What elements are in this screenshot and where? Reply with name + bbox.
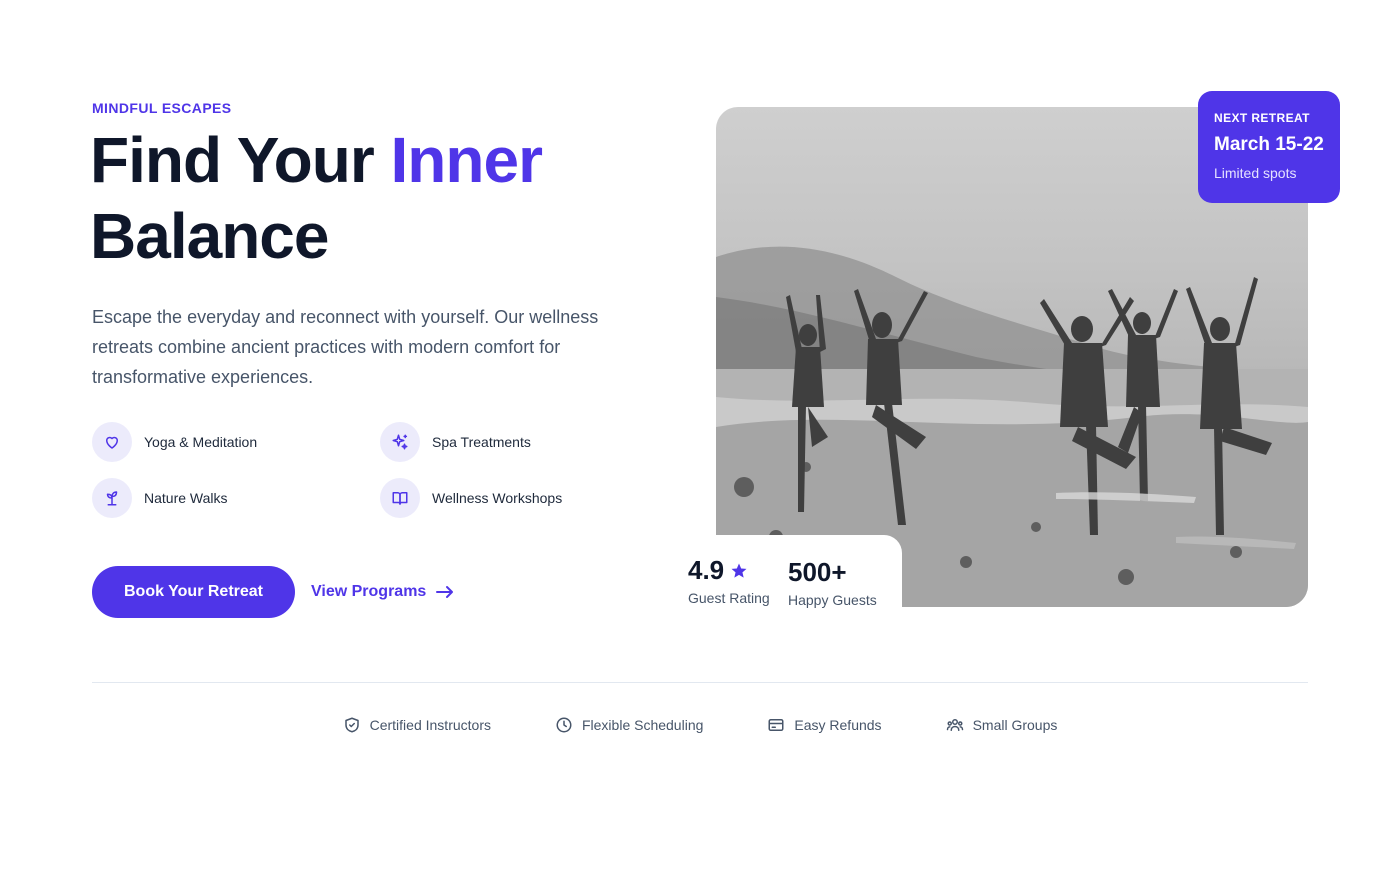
feature-item: Yoga & Meditation bbox=[92, 422, 380, 462]
star-icon bbox=[731, 563, 747, 578]
stats-card: 4.9 Guest Rating 500+ Happy Guests bbox=[668, 535, 902, 615]
guests-label: Happy Guests bbox=[788, 592, 877, 608]
feature-label: Nature Walks bbox=[144, 490, 228, 506]
book-retreat-button[interactable]: Book Your Retreat bbox=[92, 566, 295, 618]
feature-item: Spa Treatments bbox=[380, 422, 612, 462]
trust-item: Flexible Scheduling bbox=[555, 713, 703, 737]
trust-label: Small Groups bbox=[972, 717, 1058, 733]
sparkles-icon bbox=[380, 422, 420, 462]
view-programs-label: View Programs bbox=[311, 583, 427, 600]
hero-description: Escape the everyday and reconnect with y… bbox=[92, 307, 599, 387]
feature-label: Spa Treatments bbox=[432, 434, 531, 450]
hero-eyebrow: MINDFUL ESCAPES bbox=[92, 100, 232, 116]
next-retreat-badge: NEXT RETREAT March 15-22 Limited spots bbox=[1198, 91, 1340, 203]
headline-accent: Inner bbox=[390, 124, 543, 196]
feature-item: Nature Walks bbox=[92, 478, 380, 518]
heart-icon bbox=[92, 422, 132, 462]
headline-part1: Find Your bbox=[90, 124, 391, 196]
feature-item: Wellness Workshops bbox=[380, 478, 612, 518]
shield-check-icon bbox=[344, 717, 359, 733]
feature-label: Wellness Workshops bbox=[432, 490, 563, 506]
next-retreat-label: NEXT RETREAT bbox=[1214, 111, 1310, 125]
credit-card-icon bbox=[768, 719, 784, 731]
trust-label: Easy Refunds bbox=[794, 717, 882, 733]
rating-value-row: 4.9 bbox=[688, 555, 770, 586]
trust-item: Certified Instructors bbox=[343, 713, 491, 737]
rating-stat: 4.9 Guest Rating bbox=[688, 555, 770, 606]
trust-bar: Certified Instructors Flexible Schedulin… bbox=[0, 713, 1400, 737]
section-divider bbox=[92, 682, 1308, 683]
book-open-icon bbox=[380, 478, 420, 518]
rating-value: 4.9 bbox=[688, 555, 725, 585]
view-programs-link[interactable]: View Programs bbox=[311, 580, 454, 604]
arrow-right-icon bbox=[436, 586, 454, 598]
users-icon bbox=[946, 719, 963, 731]
trust-label: Certified Instructors bbox=[369, 717, 491, 733]
trust-label: Flexible Scheduling bbox=[581, 717, 704, 733]
guests-value: 500+ bbox=[788, 557, 847, 587]
clock-icon bbox=[556, 717, 572, 733]
feature-label: Yoga & Meditation bbox=[144, 434, 258, 450]
rating-label: Guest Rating bbox=[688, 590, 770, 606]
guests-stat: 500+ Happy Guests bbox=[788, 557, 877, 608]
trust-item: Easy Refunds bbox=[767, 713, 882, 737]
next-retreat-note: Limited spots bbox=[1214, 165, 1297, 181]
sprout-icon bbox=[92, 478, 132, 518]
headline-part2: Balance bbox=[90, 200, 329, 272]
hero-headline: Find Your Inner Balance bbox=[90, 122, 650, 274]
trust-item: Small Groups bbox=[946, 713, 1058, 737]
next-retreat-dates: March 15-22 bbox=[1214, 134, 1324, 155]
feature-list: Yoga & Meditation Spa Treatments Nature … bbox=[92, 422, 612, 518]
